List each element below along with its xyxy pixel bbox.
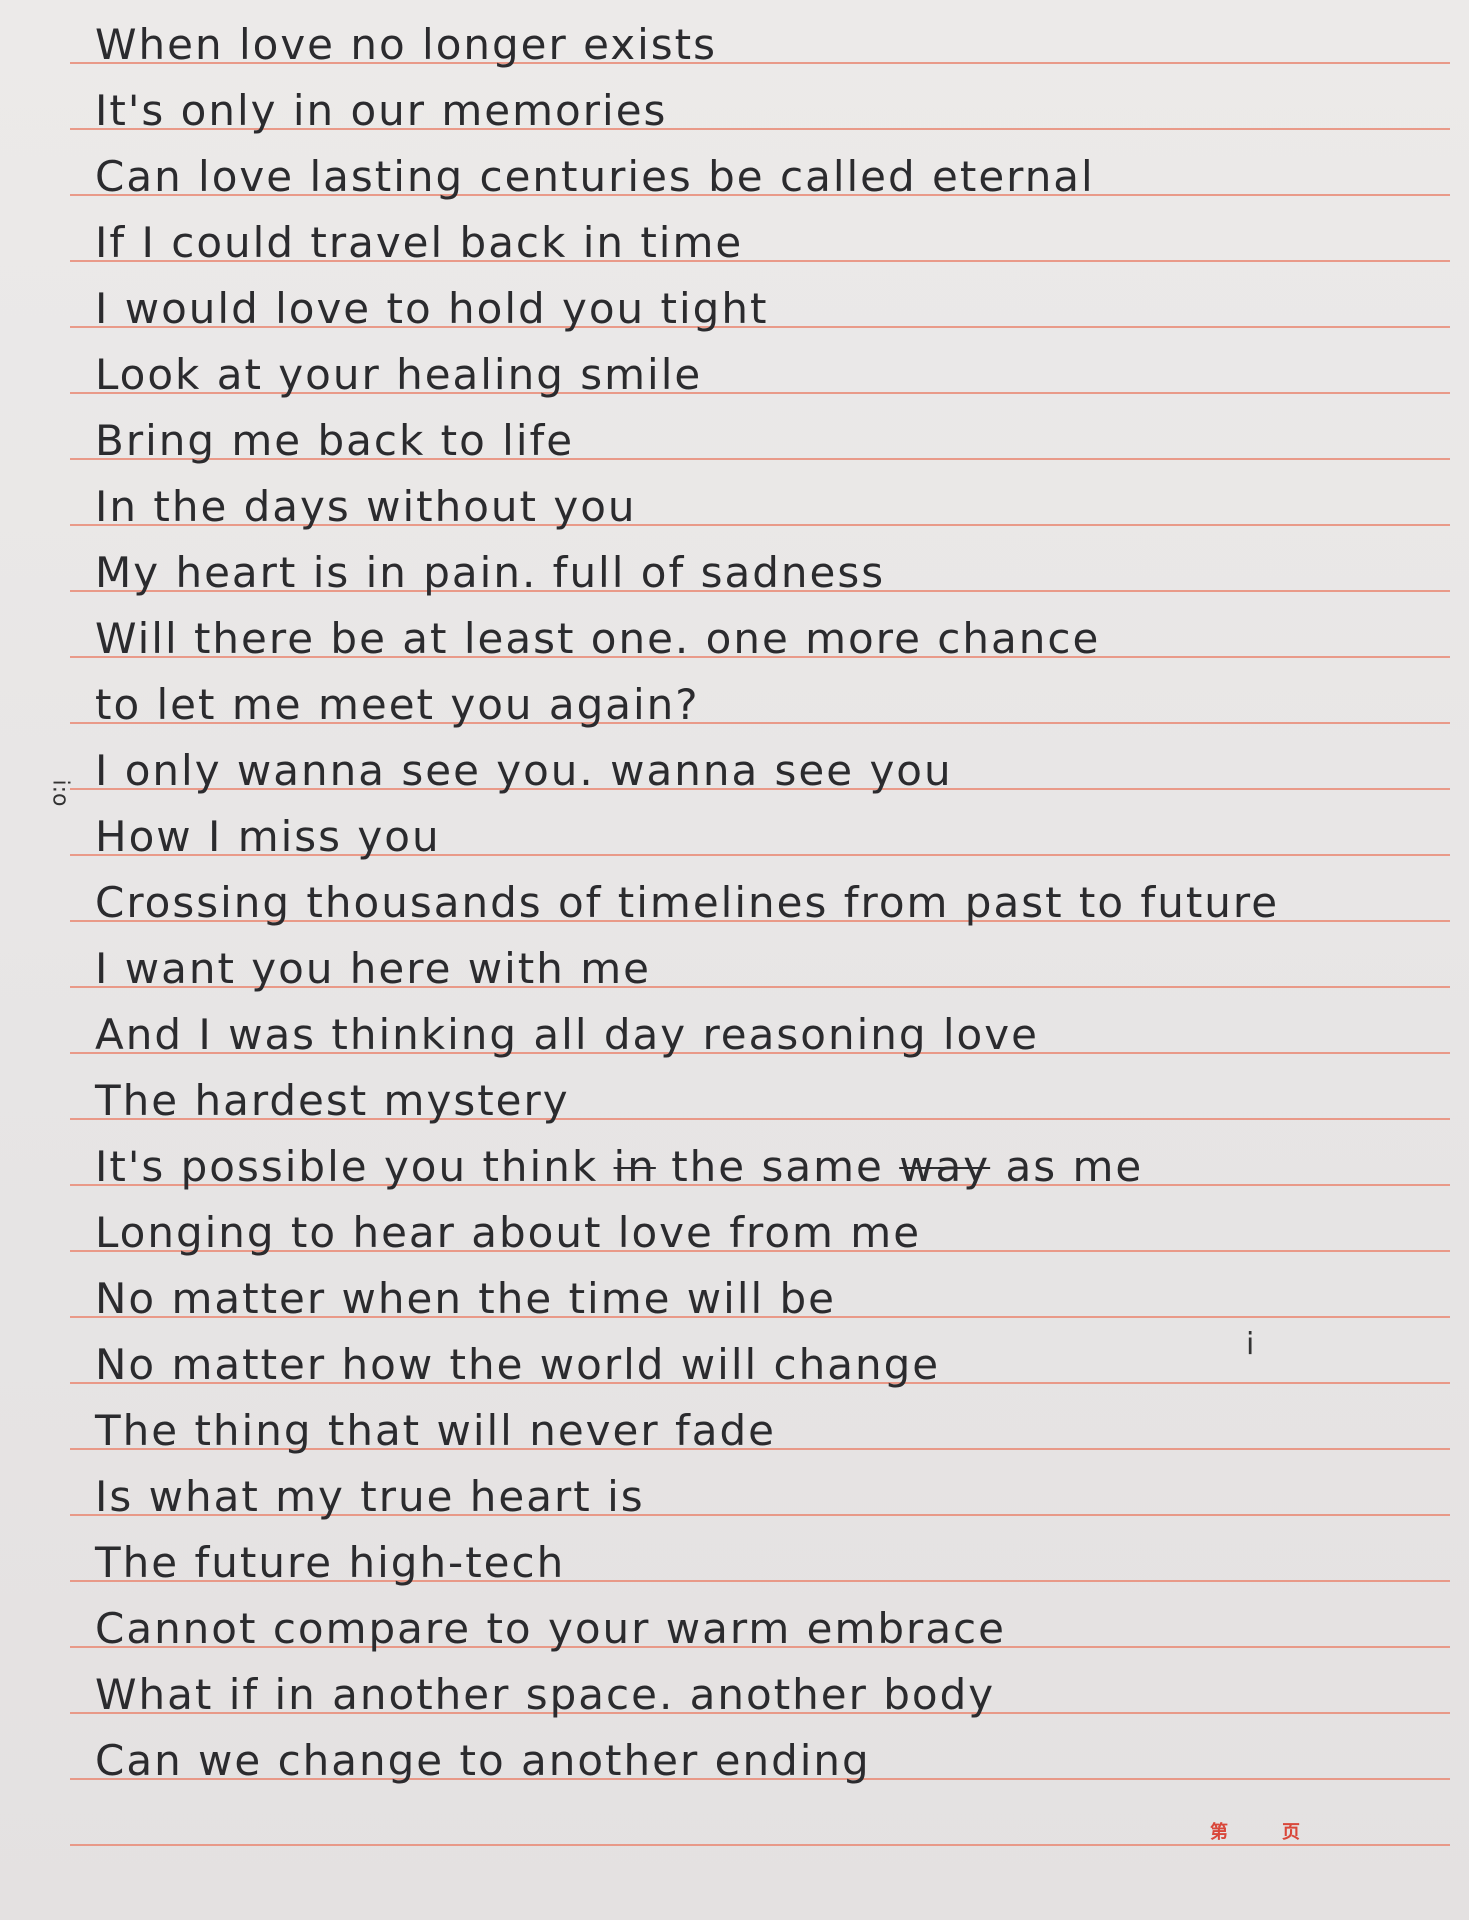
- poem-line-20: No matter when the time will be: [95, 1274, 837, 1323]
- poem-line-16: And I was thinking all day reasoning lov…: [95, 1010, 1039, 1059]
- poem-line-23: Is what my true heart is: [95, 1472, 645, 1521]
- poem-line-21: No matter how the world will change: [95, 1340, 941, 1389]
- poem-line-11: to let me meet you again?: [95, 680, 700, 729]
- poem-line-13: How I miss you: [95, 812, 441, 861]
- poem-line-24: The future high-tech: [95, 1538, 566, 1587]
- poem-line-12: I only wanna see you. wanna see you: [95, 746, 953, 795]
- page-label-prefix: 第: [1210, 1822, 1228, 1843]
- poem-line-26: What if in another space. another body: [95, 1670, 996, 1719]
- poem-line-8: In the days without you: [95, 482, 637, 531]
- poem-line-3: Can love lasting centuries be called ete…: [95, 152, 1095, 201]
- ruled-line: [70, 1844, 1450, 1846]
- poem-line-1: When love no longer exists: [95, 20, 717, 69]
- poem-line-7: Bring me back to life: [95, 416, 575, 465]
- poem-line-17: The hardest mystery: [95, 1076, 570, 1125]
- poem-line-25: Cannot compare to your warm embrace: [95, 1604, 1006, 1653]
- poem-line-5: I would love to hold you tight: [95, 284, 769, 333]
- poem-line-22: The thing that will never fade: [95, 1406, 776, 1455]
- poem-line-18-part-a: It's possible you think: [95, 1142, 599, 1191]
- poem-line-18: It's possible you think in the same way …: [95, 1146, 1143, 1188]
- poem-line-15: I want you here with me: [95, 944, 651, 993]
- poem-line-10: Will there be at least one. one more cha…: [95, 614, 1101, 663]
- poem-line-9: My heart is in pain. full of sadness: [95, 548, 886, 597]
- poem-line-6: Look at your healing smile: [95, 350, 703, 399]
- crossed-out-word: way: [899, 1142, 991, 1191]
- poem-line-14: Crossing thousands of timelines from pas…: [95, 878, 1280, 927]
- right-margin-mark: i: [1246, 1327, 1255, 1362]
- page-label-suffix: 页: [1282, 1822, 1300, 1843]
- poem-line-4: If I could travel back in time: [95, 218, 744, 267]
- poem-line-2: It's only in our memories: [95, 86, 668, 135]
- left-margin-mark: i:o: [47, 779, 73, 807]
- crossed-out-word: in: [613, 1142, 656, 1191]
- poem-line-27: Can we change to another ending: [95, 1736, 871, 1785]
- poem-line-19: Longing to hear about love from me: [95, 1208, 922, 1257]
- notebook-page: When love no longer exists It's only in …: [0, 0, 1469, 1920]
- poem-line-18-part-c: as me: [1005, 1142, 1144, 1191]
- poem-line-18-part-b: the same: [671, 1142, 884, 1191]
